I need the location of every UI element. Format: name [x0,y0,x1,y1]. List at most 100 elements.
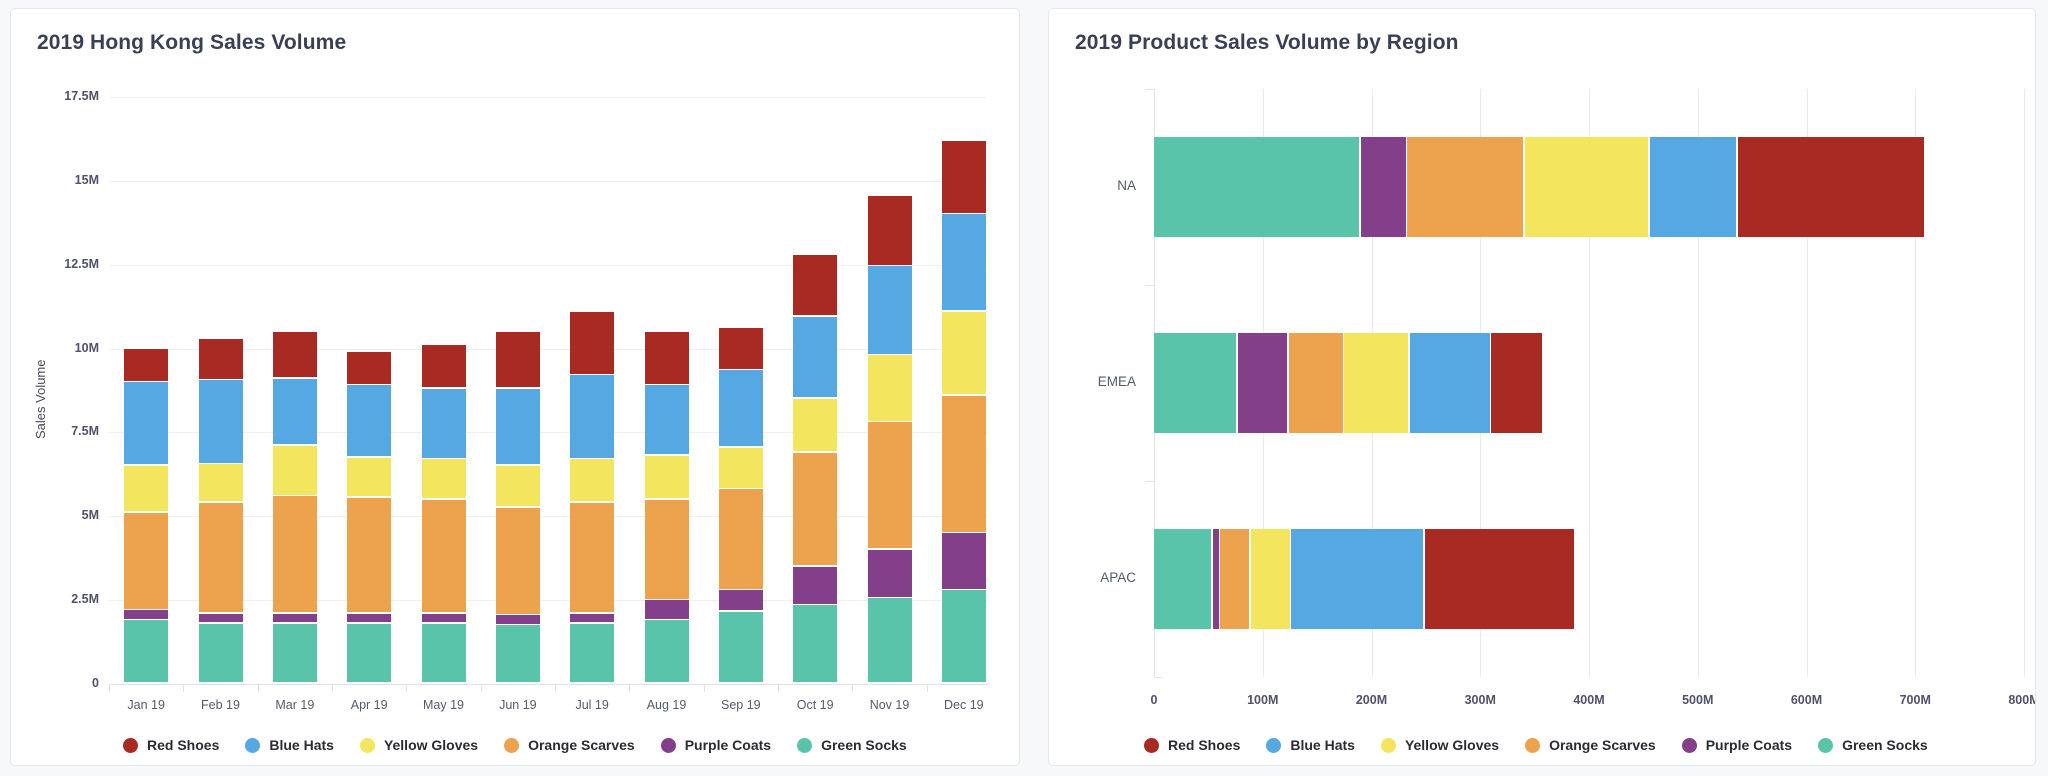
bar-segment[interactable] [1154,529,1212,629]
bar-segment[interactable] [941,533,986,589]
bar-segment[interactable] [272,445,317,495]
bar-segment[interactable] [570,375,615,458]
legend-item[interactable]: Green Socks [797,737,907,753]
bar-segment[interactable] [1220,529,1250,629]
bar-segment[interactable] [793,398,838,452]
bar-segment[interactable] [1407,137,1524,237]
bar-segment[interactable] [347,613,392,623]
bar-segment[interactable] [867,598,912,683]
bar-segment[interactable] [718,489,763,589]
bar-segment[interactable] [198,338,243,379]
bar-segment[interactable] [124,610,169,619]
bar-segment[interactable] [347,385,392,457]
legend-item[interactable]: Yellow Gloves [359,737,478,753]
bar-segment[interactable] [1212,529,1219,629]
bar-segment[interactable] [272,623,317,683]
bar-segment[interactable] [644,455,689,498]
bar-segment[interactable] [718,328,763,369]
bar-segment[interactable] [495,615,540,624]
legend-item[interactable]: Blue Hats [1266,737,1355,753]
bar-row[interactable] [1154,137,2024,237]
bar-segment[interactable] [421,388,466,458]
bar-segment[interactable] [1424,529,1575,629]
bar-segment[interactable] [793,316,838,398]
bar-segment[interactable] [644,499,689,599]
bar-segment[interactable] [570,623,615,683]
bar-segment[interactable] [124,465,169,512]
bar-segment[interactable] [644,600,689,619]
bar-segment[interactable] [570,311,615,374]
bar-segment[interactable] [198,380,243,463]
bar-segment[interactable] [644,620,689,683]
bar-segment[interactable] [421,499,466,613]
bar-segment[interactable] [718,447,763,488]
bar-segment[interactable] [718,370,763,446]
bar-segment[interactable] [793,452,838,566]
bar-segment[interactable] [1737,137,1924,237]
bar-segment[interactable] [272,378,317,445]
bar-segment[interactable] [644,385,689,455]
bar-column[interactable] [124,97,169,684]
legend-item[interactable]: Red Shoes [123,737,219,753]
bar-segment[interactable] [272,331,317,378]
bar-segment[interactable] [421,613,466,623]
bar-segment[interactable] [793,605,838,683]
bar-segment[interactable] [1360,137,1406,237]
bar-column[interactable] [272,97,317,684]
bar-segment[interactable] [347,623,392,683]
bar-segment[interactable] [272,496,317,613]
bar-row[interactable] [1154,333,2024,433]
bar-segment[interactable] [124,512,169,609]
bar-segment[interactable] [941,214,986,311]
bar-column[interactable] [793,97,838,684]
bar-column[interactable] [941,97,986,684]
bar-segment[interactable] [124,620,169,683]
bar-segment[interactable] [124,382,169,465]
bar-segment[interactable] [867,355,912,421]
bar-segment[interactable] [718,611,763,683]
legend-item[interactable]: Purple Coats [1681,737,1792,753]
bar-column[interactable] [421,97,466,684]
bar-segment[interactable] [495,331,540,388]
bar-segment[interactable] [1237,333,1288,433]
legend-item[interactable]: Purple Coats [660,737,771,753]
bar-segment[interactable] [495,388,540,465]
bar-segment[interactable] [570,502,615,613]
bar-segment[interactable] [1154,137,1360,237]
bar-segment[interactable] [421,345,466,388]
bar-column[interactable] [198,97,243,684]
bar-column[interactable] [718,97,763,684]
bar-segment[interactable] [793,566,838,604]
bar-segment[interactable] [347,457,392,497]
bar-segment[interactable] [198,623,243,683]
legend-item[interactable]: Orange Scarves [1525,737,1656,753]
bar-segment[interactable] [1649,137,1737,237]
bar-segment[interactable] [1524,137,1649,237]
bar-segment[interactable] [718,590,763,611]
bar-segment[interactable] [867,549,912,597]
bar-segment[interactable] [1288,333,1343,433]
bar-segment[interactable] [124,348,169,381]
bar-segment[interactable] [941,395,986,532]
bar-segment[interactable] [347,351,392,384]
bar-column[interactable] [867,97,912,684]
bar-column[interactable] [495,97,540,684]
bar-segment[interactable] [867,195,912,265]
bar-segment[interactable] [941,140,986,213]
bar-segment[interactable] [198,502,243,613]
bar-segment[interactable] [867,266,912,354]
bar-segment[interactable] [644,331,689,384]
bar-segment[interactable] [941,311,986,395]
bar-segment[interactable] [1154,333,1237,433]
legend-item[interactable]: Red Shoes [1144,737,1240,753]
bar-segment[interactable] [941,590,986,683]
bar-segment[interactable] [198,613,243,623]
bar-column[interactable] [347,97,392,684]
bar-segment[interactable] [495,507,540,614]
bar-segment[interactable] [495,465,540,507]
bar-segment[interactable] [793,254,838,316]
bar-segment[interactable] [570,613,615,623]
bar-segment[interactable] [272,613,317,623]
bar-segment[interactable] [1491,333,1542,433]
legend-item[interactable]: Yellow Gloves [1380,737,1499,753]
